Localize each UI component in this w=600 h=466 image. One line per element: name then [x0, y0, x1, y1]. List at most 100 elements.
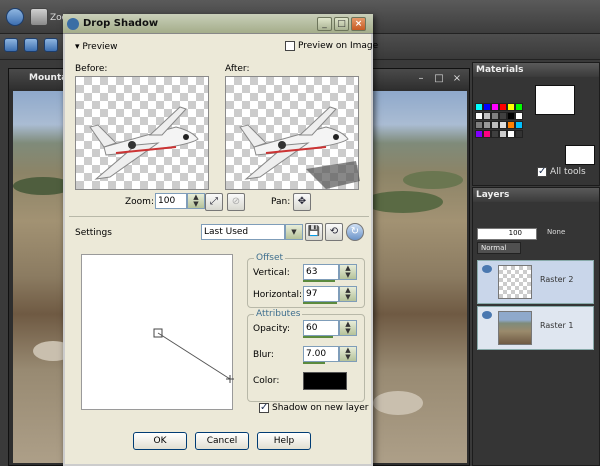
horizontal-label: Horizontal:	[253, 290, 302, 300]
layers-title: Layers	[473, 188, 599, 202]
layers-panel: Layers 100 None Normal Raster 2 Raster 1	[472, 187, 600, 466]
color-swatch[interactable]	[491, 121, 499, 129]
layer-thumbnail	[498, 265, 532, 299]
reset-preset-icon[interactable]: ⟲	[325, 223, 343, 241]
close-icon[interactable]: ×	[351, 17, 366, 31]
settings-select[interactable]: Last Used	[201, 224, 285, 240]
visibility-eye-icon[interactable]	[482, 311, 492, 319]
after-label: After:	[225, 64, 250, 74]
minimize-icon[interactable]: –	[415, 73, 427, 85]
layer-item-raster-2[interactable]: Raster 2	[477, 260, 594, 304]
airplane-image	[89, 106, 199, 180]
vertical-field[interactable]: 63	[303, 264, 339, 280]
blend-mode-select[interactable]: Normal	[477, 242, 521, 254]
color-swatch[interactable]	[483, 130, 491, 138]
zoom-field[interactable]: 100	[155, 193, 187, 209]
color-swatch[interactable]	[499, 103, 507, 111]
maximize-icon[interactable]: □	[433, 73, 445, 85]
before-preview[interactable]	[75, 76, 209, 190]
offset-preview-canvas[interactable]	[81, 254, 234, 410]
opacity-spinner[interactable]: ▲ ▼	[339, 320, 357, 336]
blend-none-label: None	[547, 228, 566, 236]
color-swatch[interactable]	[507, 112, 515, 120]
preview-on-image-label: Preview on Image	[298, 41, 379, 51]
settings-label: Settings	[75, 228, 112, 238]
horizontal-slider[interactable]	[303, 302, 337, 304]
vertical-spinner[interactable]: ▲ ▼	[339, 264, 357, 280]
vertical-slider[interactable]	[303, 280, 335, 282]
minimize-icon[interactable]: _	[317, 17, 332, 31]
color-swatch[interactable]	[491, 130, 499, 138]
help-button[interactable]: Help	[257, 432, 311, 450]
randomize-icon[interactable]: ↻	[346, 223, 364, 241]
save-tool-icon[interactable]	[24, 38, 38, 52]
opacity-label: Opacity:	[253, 324, 290, 334]
maximize-icon[interactable]: □	[334, 17, 349, 31]
horizontal-spinner[interactable]: ▲ ▼	[339, 286, 357, 302]
swatch-grid[interactable]	[475, 103, 525, 163]
close-icon[interactable]: ×	[451, 73, 463, 85]
color-label: Color:	[253, 376, 280, 386]
zoom-spinner[interactable]: ▲ ▼	[187, 193, 205, 209]
offset-group-title: Offset	[254, 253, 286, 263]
zoom-actual-icon[interactable]: ⊘	[227, 193, 245, 211]
blur-slider[interactable]	[303, 362, 325, 364]
layer-item-raster-1[interactable]: Raster 1	[477, 306, 594, 350]
zoom-fit-icon[interactable]: ⤢	[205, 193, 223, 211]
color-swatch[interactable]	[483, 112, 491, 120]
color-swatch[interactable]	[475, 130, 483, 138]
color-swatch[interactable]	[499, 130, 507, 138]
after-preview[interactable]	[225, 76, 360, 190]
help-icon[interactable]	[6, 8, 24, 26]
dialog-title-bar: Drop Shadow _ □ ×	[63, 14, 373, 34]
color-swatch[interactable]	[483, 103, 491, 111]
cancel-button[interactable]: Cancel	[195, 432, 249, 450]
color-swatch[interactable]	[515, 130, 523, 138]
color-swatch[interactable]	[515, 121, 523, 129]
zoom-label: Zoom:	[125, 197, 154, 207]
ok-button[interactable]: OK	[133, 432, 187, 450]
layer-opacity-field[interactable]: 100	[477, 228, 537, 240]
opacity-field[interactable]: 60	[303, 320, 339, 336]
color-swatch[interactable]	[491, 112, 499, 120]
color-swatch[interactable]	[507, 130, 515, 138]
all-tools-checkbox[interactable]	[537, 166, 547, 177]
shadow-color-swatch[interactable]	[303, 372, 347, 390]
color-swatch[interactable]	[491, 103, 499, 111]
color-swatch[interactable]	[507, 121, 515, 129]
color-swatch[interactable]	[475, 121, 483, 129]
pan-icon[interactable]: ✥	[293, 193, 311, 211]
divider	[69, 216, 369, 217]
layer-name: Raster 1	[540, 321, 574, 330]
materials-title: Materials	[473, 63, 599, 77]
opacity-slider[interactable]	[303, 336, 333, 338]
color-swatch[interactable]	[515, 103, 523, 111]
preview-on-image-checkbox[interactable]	[285, 41, 295, 51]
color-swatch[interactable]	[475, 112, 483, 120]
preview-label: Preview	[82, 42, 118, 52]
image-tool-icon[interactable]	[44, 38, 58, 52]
background-swatch[interactable]	[565, 145, 595, 165]
preview-toggle[interactable]: ▾ Preview	[75, 42, 117, 52]
shadow-shape	[306, 161, 360, 189]
blur-field[interactable]: 7.00	[303, 346, 339, 362]
color-swatch[interactable]	[499, 112, 507, 120]
color-swatch[interactable]	[483, 121, 491, 129]
zoom-tool-icon[interactable]	[30, 8, 48, 26]
foreground-swatch[interactable]	[535, 85, 575, 115]
color-swatch[interactable]	[515, 112, 523, 120]
color-swatch[interactable]	[475, 103, 483, 111]
layer-name: Raster 2	[540, 275, 574, 284]
blur-label: Blur:	[253, 350, 274, 360]
color-swatch[interactable]	[507, 103, 515, 111]
horizontal-field[interactable]: 97	[303, 286, 339, 302]
materials-panel: Materials All tools	[472, 62, 600, 186]
shadow-on-new-layer-checkbox[interactable]	[259, 402, 269, 413]
blur-spinner[interactable]: ▲ ▼	[339, 346, 357, 362]
offset-vector-line	[157, 332, 231, 380]
color-swatch[interactable]	[499, 121, 507, 129]
save-preset-icon[interactable]: 💾	[305, 223, 323, 241]
visibility-eye-icon[interactable]	[482, 265, 492, 273]
layer-tool-icon[interactable]	[4, 38, 18, 52]
chevron-down-icon[interactable]: ▼	[285, 224, 303, 240]
